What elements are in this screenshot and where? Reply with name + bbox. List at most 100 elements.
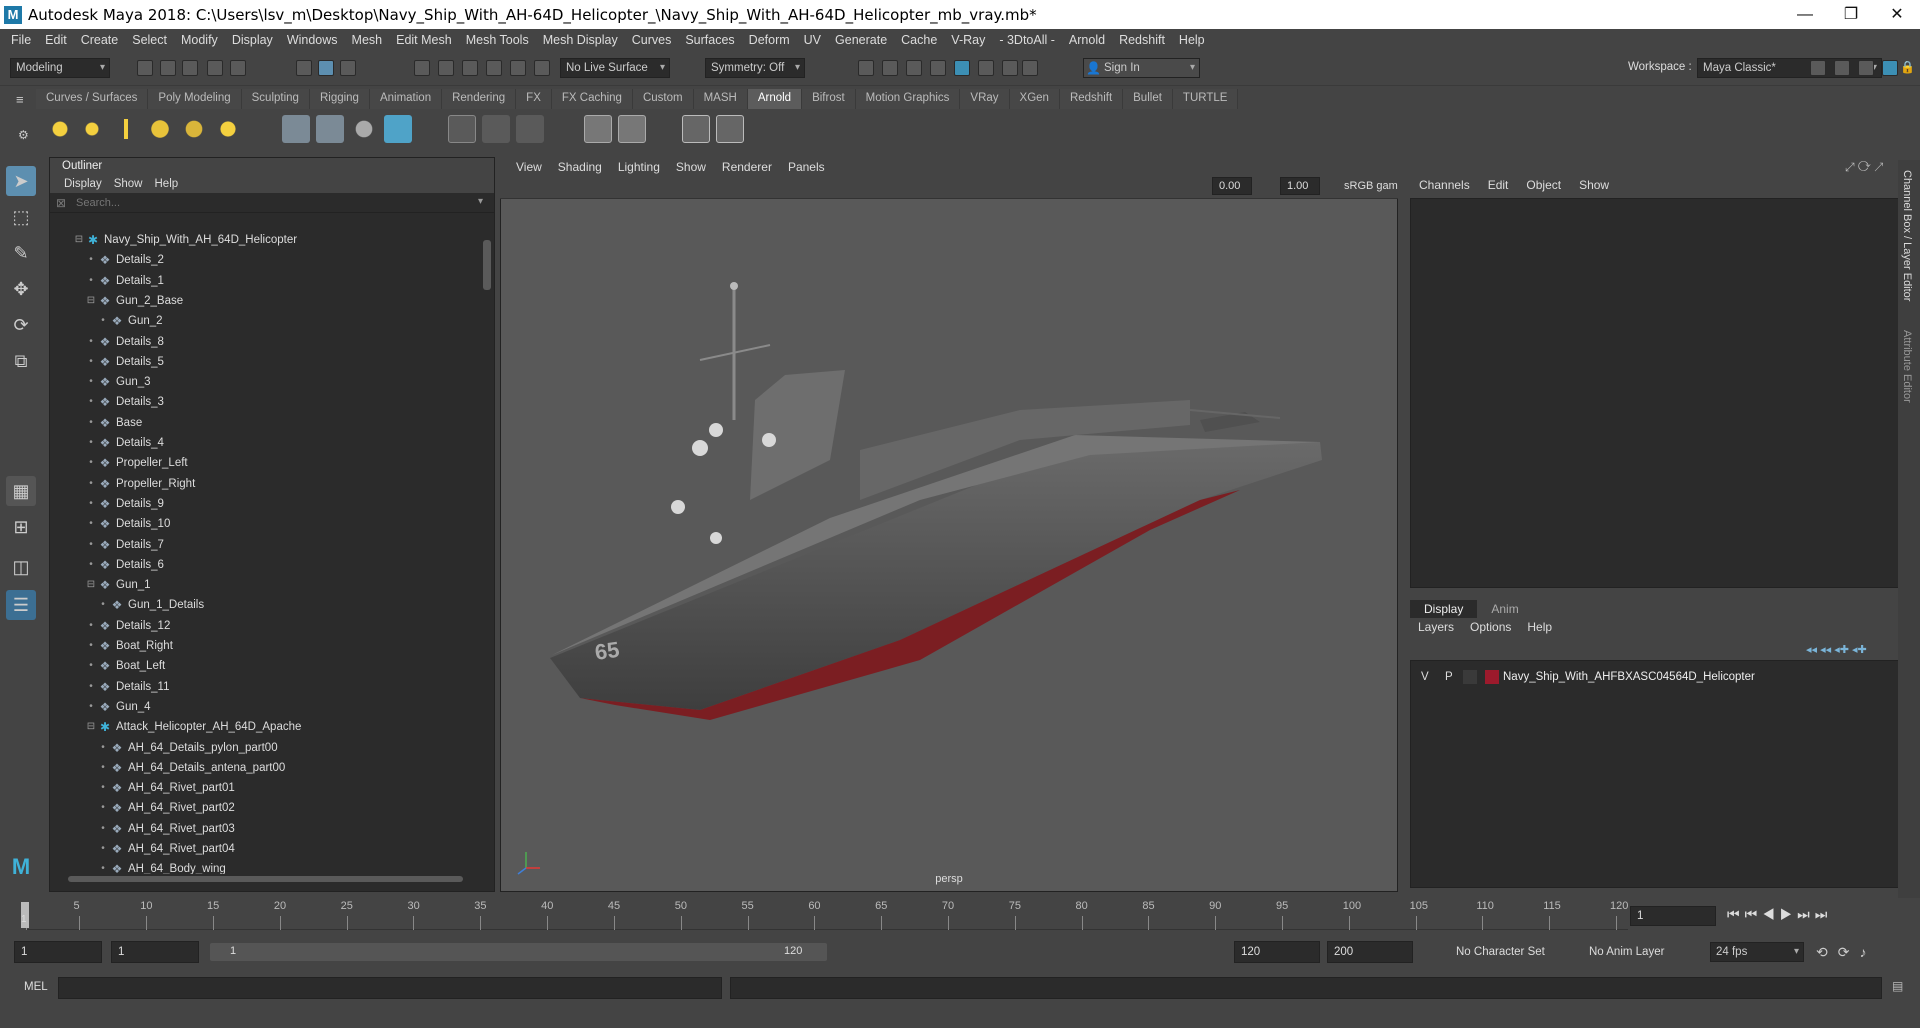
arnold-shading-icon[interactable]: [584, 115, 612, 143]
shelf-tab-arnold[interactable]: Arnold: [747, 89, 803, 109]
shelf-tab-turtle[interactable]: TURTLE: [1172, 89, 1239, 109]
arnold-photometric-light-icon[interactable]: [112, 115, 140, 143]
outliner-row[interactable]: • ❖ Details_11: [72, 677, 480, 697]
menu-generate[interactable]: Generate: [828, 33, 894, 47]
collapse-icon[interactable]: ⊟: [72, 230, 86, 250]
channel-box-menu-object[interactable]: Object: [1517, 178, 1570, 192]
arnold-curve-collector-icon[interactable]: [350, 115, 378, 143]
color-space-label[interactable]: sRGB gam: [1344, 180, 1398, 192]
shelf-settings-icon[interactable]: ⚙: [18, 128, 29, 142]
layer-tab-display[interactable]: Display: [1410, 600, 1478, 618]
render-view-icon[interactable]: [930, 60, 946, 76]
shelf-tab-rendering[interactable]: Rendering: [442, 89, 517, 109]
scale-tool-icon[interactable]: ⧉: [6, 346, 36, 376]
playback-options-icons[interactable]: ⟲⟳♪: [1816, 944, 1876, 961]
menu-edit[interactable]: Edit: [38, 33, 74, 47]
shelf-tab-motion-graphics[interactable]: Motion Graphics: [855, 89, 961, 109]
two-view-icon[interactable]: ◫: [6, 552, 36, 582]
arnold-delete-icon[interactable]: [516, 115, 544, 143]
outliner-row[interactable]: • ❖ AH_64_Rivet_part04: [72, 839, 480, 859]
viewport-menu-shading[interactable]: Shading: [550, 157, 610, 177]
outliner-row[interactable]: • ❖ Details_5: [72, 352, 480, 372]
menu-file[interactable]: File: [4, 33, 38, 47]
outliner-row[interactable]: • ❖ Details_2: [72, 250, 480, 270]
viewport-menu-lighting[interactable]: Lighting: [610, 157, 668, 177]
layer-menu-options[interactable]: Options: [1462, 620, 1519, 634]
shelf-tab-fx-caching[interactable]: FX Caching: [551, 89, 633, 109]
layer-playback-toggle[interactable]: P: [1445, 667, 1453, 687]
shelf-tab-xgen[interactable]: XGen: [1009, 89, 1060, 109]
layer-tab-anim[interactable]: Anim: [1477, 600, 1532, 618]
outliner-vscroll[interactable]: [482, 222, 492, 890]
channel-box-menu-edit[interactable]: Edit: [1479, 178, 1518, 192]
menu-mesh[interactable]: Mesh: [345, 33, 390, 47]
tab-channel-box-layer-editor[interactable]: Channel Box / Layer Editor: [1901, 170, 1913, 301]
ipr-render-icon[interactable]: [906, 60, 922, 76]
select-component-icon[interactable]: [340, 60, 356, 76]
outliner-row[interactable]: • ❖ AH_64_Rivet_part02: [72, 798, 480, 818]
layer-buttons-icons[interactable]: ◂◂ ◂◂ ◂✚ ◂✚: [1806, 643, 1867, 656]
menu-v-ray[interactable]: V-Ray: [944, 33, 992, 47]
outliner-row[interactable]: ⊟ ❖ Gun_1: [72, 575, 480, 595]
outliner-row[interactable]: • ❖ Gun_2: [72, 311, 480, 331]
snap-curve-icon[interactable]: [438, 60, 454, 76]
shelf-tab-curves-surfaces[interactable]: Curves / Surfaces: [36, 89, 149, 109]
collapse-icon[interactable]: ⊟: [84, 717, 98, 737]
time-slider-bar[interactable]: [26, 900, 1628, 930]
outliner-row[interactable]: • ❖ Details_4: [72, 433, 480, 453]
character-controls-icon[interactable]: [1834, 60, 1850, 76]
search-options-icon[interactable]: ▾: [478, 196, 483, 207]
snap-view-icon[interactable]: [486, 60, 502, 76]
pause-icon[interactable]: [1022, 60, 1038, 76]
menu-help[interactable]: Help: [1172, 33, 1212, 47]
range-slider-bar[interactable]: 1 120: [210, 943, 827, 961]
arnold-flush-textures-icon[interactable]: [448, 115, 476, 143]
restore-button[interactable]: ❐: [1828, 0, 1874, 29]
select-object-icon[interactable]: [318, 60, 334, 76]
menu-set-dropdown[interactable]: Modeling: [10, 58, 110, 78]
outliner-row[interactable]: • ❖ Base: [72, 413, 480, 433]
collapse-icon[interactable]: ⊟: [84, 291, 98, 311]
select-hierarchy-icon[interactable]: [296, 60, 312, 76]
outliner-row[interactable]: • ❖ Details_6: [72, 555, 480, 575]
undo-icon[interactable]: [207, 60, 223, 76]
vray-render-icon[interactable]: [978, 60, 994, 76]
arnold-render-icon[interactable]: [716, 115, 744, 143]
outliner-row[interactable]: • ❖ Boat_Left: [72, 656, 480, 676]
outliner-row[interactable]: • ❖ Details_9: [72, 494, 480, 514]
current-frame-field[interactable]: 1: [1630, 906, 1716, 926]
channel-box-menu-channels[interactable]: Channels: [1410, 178, 1479, 192]
hypershade-icon[interactable]: [954, 60, 970, 76]
menu-modify[interactable]: Modify: [174, 33, 225, 47]
arnold-area-light-icon[interactable]: [46, 115, 74, 143]
mel-label[interactable]: MEL: [24, 981, 48, 993]
shelf-tab-animation[interactable]: Animation: [369, 89, 443, 109]
layer-menu-layers[interactable]: Layers: [1410, 620, 1462, 634]
menu-arnold[interactable]: Arnold: [1062, 33, 1112, 47]
minimize-button[interactable]: —: [1782, 0, 1828, 29]
arnold-tx-manager-icon[interactable]: [482, 115, 510, 143]
menu-3dtoall[interactable]: - 3DtoAll -: [992, 33, 1062, 47]
shelf-tab-poly-modeling[interactable]: Poly Modeling: [148, 89, 242, 109]
outliner-row[interactable]: • ❖ AH_64_Rivet_part01: [72, 778, 480, 798]
outliner-row[interactable]: • ❖ Details_8: [72, 332, 480, 352]
outliner-menu-show[interactable]: Show: [108, 175, 149, 193]
outliner-row[interactable]: ⊟ ❖ Gun_2_Base: [72, 291, 480, 311]
menu-cache[interactable]: Cache: [894, 33, 944, 47]
save-scene-icon[interactable]: [182, 60, 198, 76]
fps-dropdown[interactable]: 24 fps: [1710, 942, 1804, 962]
shelf-tab-mash[interactable]: MASH: [693, 89, 748, 109]
anim-start-field[interactable]: 1: [111, 941, 199, 963]
menu-create[interactable]: Create: [74, 33, 126, 47]
menu-select[interactable]: Select: [125, 33, 174, 47]
outliner-row[interactable]: • ❖ Details_12: [72, 616, 480, 636]
attribute-editor-icon[interactable]: [1858, 60, 1874, 76]
end-time-field[interactable]: 120: [1234, 941, 1320, 963]
viewport-menu-show[interactable]: Show: [668, 157, 714, 177]
outliner-menu-help[interactable]: Help: [149, 175, 185, 193]
channel-box-area[interactable]: [1410, 198, 1900, 588]
anim-layer-dropdown[interactable]: No Anim Layer: [1589, 946, 1664, 958]
layer-visibility-toggle[interactable]: V: [1421, 667, 1429, 687]
arnold-export-icon[interactable]: [384, 115, 412, 143]
outliner-row[interactable]: • ❖ Gun_4: [72, 697, 480, 717]
